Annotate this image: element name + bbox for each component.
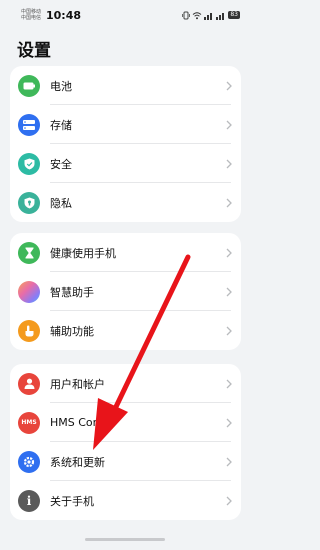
home-indicator[interactable] <box>85 538 165 541</box>
settings-item-hms-core[interactable]: HMS HMS Core <box>10 403 241 442</box>
settings-item-label: 电池 <box>50 79 72 93</box>
chevron-right-icon <box>226 248 232 257</box>
settings-item-label: 用户和帐户 <box>50 377 105 391</box>
info-icon: i <box>18 489 40 512</box>
settings-group-assist: 健康使用手机 智慧助手 辅助功能 <box>10 233 241 350</box>
settings-item-digital-balance[interactable]: 健康使用手机 <box>10 233 241 272</box>
settings-item-label: 智慧助手 <box>50 285 94 299</box>
signal-icon-2 <box>216 12 225 20</box>
settings-item-system-updates[interactable]: 系统和更新 <box>10 442 241 481</box>
settings-item-users-accounts[interactable]: 用户和帐户 <box>10 364 241 403</box>
privacy-lock-icon <box>18 191 40 214</box>
settings-item-battery[interactable]: 电池 <box>10 66 241 105</box>
hourglass-icon <box>18 241 40 264</box>
battery-level: 83 <box>228 11 240 19</box>
chevron-right-icon <box>226 198 232 207</box>
system-gear-icon <box>18 450 40 473</box>
chevron-right-icon <box>226 418 232 427</box>
settings-group-device: 电池 存储 安全 隐私 <box>10 66 241 222</box>
hand-icon <box>18 319 40 342</box>
settings-item-security[interactable]: 安全 <box>10 144 241 183</box>
settings-item-label: 辅助功能 <box>50 324 94 338</box>
wifi-icon <box>193 11 202 19</box>
settings-item-label: 安全 <box>50 157 72 171</box>
settings-item-storage[interactable]: 存储 <box>10 105 241 144</box>
chevron-right-icon <box>226 81 232 90</box>
signal-icon <box>204 12 213 20</box>
status-bar: 中国移动 中国电信 10:48 83 <box>0 0 250 28</box>
settings-item-privacy[interactable]: 隐私 <box>10 183 241 222</box>
settings-group-system: 用户和帐户 HMS HMS Core 系统和更新 i 关于手机 <box>10 364 241 520</box>
status-time: 10:48 <box>46 9 82 22</box>
page-title: 设置 <box>17 41 51 61</box>
status-icons: 83 <box>182 10 240 20</box>
settings-item-smart-assistant[interactable]: 智慧助手 <box>10 272 241 311</box>
assistant-orb-icon <box>18 280 40 303</box>
storage-icon <box>18 113 40 136</box>
chevron-right-icon <box>226 120 232 129</box>
chevron-right-icon <box>226 287 232 296</box>
chevron-right-icon <box>226 457 232 466</box>
settings-item-label: 存储 <box>50 118 72 132</box>
settings-item-label: 隐私 <box>50 196 72 210</box>
battery-icon <box>18 74 40 97</box>
carrier-2: 中国电信 <box>21 15 42 21</box>
settings-item-label: 健康使用手机 <box>50 246 116 260</box>
user-icon <box>18 372 40 395</box>
settings-item-accessibility[interactable]: 辅助功能 <box>10 311 241 350</box>
chevron-right-icon <box>226 496 232 505</box>
carrier-info: 中国移动 中国电信 <box>21 9 41 21</box>
chevron-right-icon <box>226 326 232 335</box>
chevron-right-icon <box>226 379 232 388</box>
settings-item-label: 系统和更新 <box>50 455 105 469</box>
settings-item-label: HMS Core <box>50 416 104 429</box>
hms-icon: HMS <box>18 411 40 434</box>
chevron-right-icon <box>226 159 232 168</box>
shield-check-icon <box>18 152 40 175</box>
settings-item-label: 关于手机 <box>50 494 94 508</box>
settings-item-about-phone[interactable]: i 关于手机 <box>10 481 241 520</box>
vibrate-icon <box>182 11 191 19</box>
